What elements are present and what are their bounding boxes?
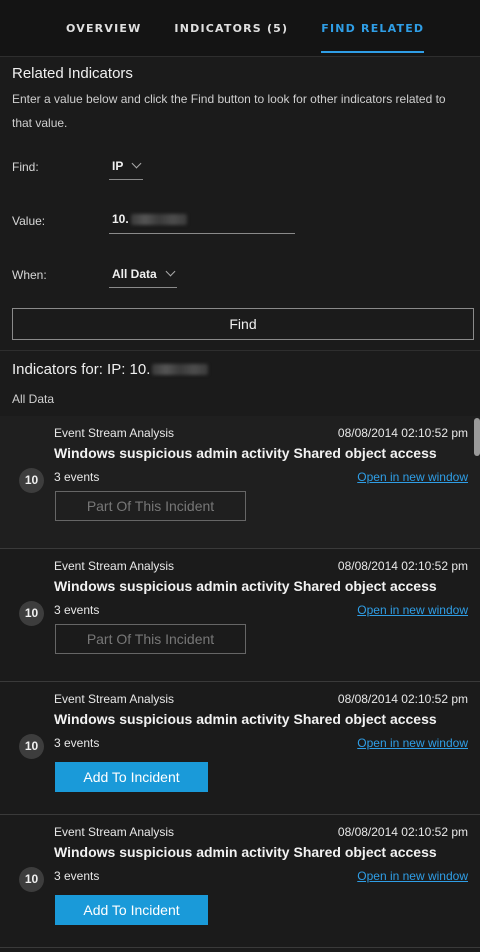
tab-overview[interactable]: OVERVIEW <box>66 0 141 57</box>
redacted-block <box>130 213 187 225</box>
chevron-down-icon <box>131 158 142 168</box>
risk-score-badge: 10 <box>19 734 44 759</box>
value-row: Value: 10. <box>12 194 468 248</box>
value-label: Value: <box>12 214 46 228</box>
when-value: All Data <box>112 266 157 281</box>
instructions-text: Enter a value below and click the Find b… <box>12 92 446 130</box>
risk-score-badge: 10 <box>19 601 44 626</box>
when-row: When: All Data <box>12 248 468 302</box>
when-label: When: <box>12 268 47 282</box>
open-new-window-link[interactable]: Open in new window <box>357 736 468 750</box>
risk-score-badge: 10 <box>19 468 44 493</box>
indicator-title: Windows suspicious admin activity Shared… <box>54 578 437 594</box>
results-title-text: Indicators for: IP: 10. <box>12 361 151 378</box>
list-item[interactable]: Event Stream Analysis 08/08/2014 02:10:5… <box>0 416 480 549</box>
tab-bar: OVERVIEW INDICATORS (5) FIND RELATED <box>0 0 480 57</box>
when-select[interactable]: All Data <box>109 263 177 288</box>
indicator-title: Windows suspicious admin activity Shared… <box>54 844 437 860</box>
indicator-title: Windows suspicious admin activity Shared… <box>54 445 437 461</box>
list-item[interactable]: Event Stream Analysis 08/08/2014 02:10:5… <box>0 549 480 682</box>
open-new-window-link[interactable]: Open in new window <box>357 869 468 883</box>
add-to-incident-button[interactable]: Add To Incident <box>55 762 208 792</box>
find-type-value: IP <box>112 158 124 173</box>
event-count: 3 events <box>54 603 100 617</box>
indicator-date: 08/08/2014 02:10:52 pm <box>337 426 468 440</box>
tab-indicators[interactable]: INDICATORS (5) <box>174 0 288 57</box>
list-item[interactable]: Event Stream Analysis 08/08/2014 02:10:5… <box>0 815 480 948</box>
results-header: Indicators for: IP: 10. All Data <box>0 350 480 416</box>
indicator-source: Event Stream Analysis <box>54 426 175 440</box>
find-button[interactable]: Find <box>12 308 474 340</box>
tab-find-related[interactable]: FIND RELATED <box>321 0 425 57</box>
find-related-panel: OVERVIEW INDICATORS (5) FIND RELATED Rel… <box>0 0 480 952</box>
indicator-list: Event Stream Analysis 08/08/2014 02:10:5… <box>0 416 480 948</box>
part-of-incident-button: Part Of This Incident <box>55 624 246 654</box>
add-to-incident-button[interactable]: Add To Incident <box>55 895 208 925</box>
indicator-source: Event Stream Analysis <box>54 825 175 839</box>
find-form: Related Indicators Enter a value below a… <box>0 57 480 340</box>
indicator-date: 08/08/2014 02:10:52 pm <box>337 559 468 573</box>
part-of-incident-button: Part Of This Incident <box>55 491 246 521</box>
indicator-date: 08/08/2014 02:10:52 pm <box>337 692 468 706</box>
find-row: Find: IP <box>12 140 468 194</box>
find-type-select[interactable]: IP <box>109 155 144 180</box>
open-new-window-link[interactable]: Open in new window <box>357 470 468 484</box>
section-title: Related Indicators <box>12 65 133 82</box>
chevron-down-icon <box>165 266 176 276</box>
event-count: 3 events <box>54 869 100 883</box>
indicator-source: Event Stream Analysis <box>54 559 175 573</box>
value-input[interactable]: 10. <box>109 208 295 234</box>
event-count: 3 events <box>54 470 100 484</box>
find-label: Find: <box>12 160 39 174</box>
list-item[interactable]: Event Stream Analysis 08/08/2014 02:10:5… <box>0 682 480 815</box>
scrollbar-thumb[interactable] <box>474 418 480 456</box>
open-new-window-link[interactable]: Open in new window <box>357 603 468 617</box>
results-time-range: All Data <box>12 392 55 406</box>
indicator-title: Windows suspicious admin activity Shared… <box>54 711 437 727</box>
event-count: 3 events <box>54 736 100 750</box>
indicator-date: 08/08/2014 02:10:52 pm <box>337 825 468 839</box>
redacted-block <box>152 364 209 375</box>
results-title: Indicators for: IP: 10. <box>12 361 468 378</box>
indicator-source: Event Stream Analysis <box>54 692 175 706</box>
risk-score-badge: 10 <box>19 867 44 892</box>
value-text: 10. <box>112 212 129 226</box>
